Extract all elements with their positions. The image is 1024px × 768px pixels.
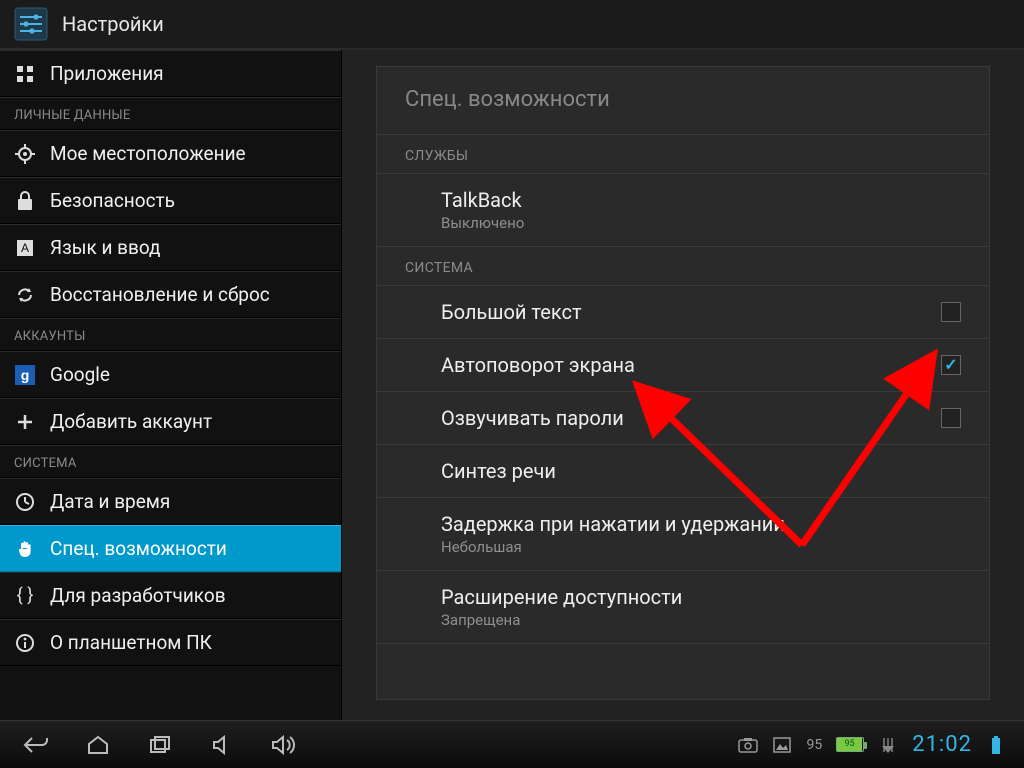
svg-text:g: g — [21, 367, 30, 383]
app-title: Настройки — [62, 12, 164, 36]
sidebar-item-label: Для разработчиков — [50, 584, 226, 607]
sidebar-item-label: О планшетном ПК — [50, 631, 212, 654]
sidebar-item-location[interactable]: Мое местоположение — [0, 130, 341, 177]
row-label: Большой текст — [441, 300, 913, 324]
settings-screen: Настройки Приложения ЛИЧНЫЕ ДАННЫЕ Мое м… — [0, 0, 1024, 768]
system-navbar: 95 95 21:02 — [0, 720, 1024, 768]
sidebar-group-personal: ЛИЧНЫЕ ДАННЫЕ — [0, 97, 341, 130]
row-sub: Выключено — [441, 214, 933, 232]
battery-portrait-icon — [986, 735, 1006, 755]
app-header: Настройки — [0, 0, 1024, 50]
checkbox-speak-passwords[interactable] — [941, 408, 961, 428]
nav-volume-down-button[interactable] — [194, 727, 250, 763]
nav-home-button[interactable] — [70, 727, 126, 763]
sidebar-item-label: Восстановление и сброс — [50, 283, 270, 306]
sidebar-item-label: Приложения — [50, 62, 164, 85]
settings-icon — [12, 5, 50, 43]
sync-icon — [14, 284, 36, 306]
panel-title: Спец. возможности — [377, 67, 989, 135]
plus-icon — [14, 411, 36, 433]
sidebar-item-label: Безопасность — [50, 189, 175, 212]
sidebar-item-label: Язык и ввод — [50, 236, 161, 259]
settings-main: Спец. возможности СЛУЖБЫ TalkBack Выключ… — [342, 50, 1024, 720]
sidebar-group-accounts: АККАУНТЫ — [0, 318, 341, 351]
lock-icon — [14, 190, 36, 212]
checkbox-large-text[interactable] — [941, 302, 961, 322]
accessibility-panel: Спец. возможности СЛУЖБЫ TalkBack Выключ… — [376, 66, 990, 700]
sidebar-item-label: Спец. возможности — [50, 537, 227, 560]
nav-recents-button[interactable] — [132, 727, 188, 763]
row-tts[interactable]: Синтез речи — [377, 445, 989, 498]
row-touch-hold-delay[interactable]: Задержка при нажатии и удержании Небольш… — [377, 498, 989, 571]
sidebar-group-system: СИСТЕМА — [0, 445, 341, 478]
info-icon — [14, 632, 36, 654]
sidebar-item-developer[interactable]: { } Для разработчиков — [0, 572, 341, 619]
section-services: СЛУЖБЫ — [377, 135, 989, 174]
sidebar-item-label: Google — [50, 363, 110, 386]
braces-icon: { } — [14, 585, 36, 607]
row-label: Синтез речи — [441, 459, 933, 483]
row-label: Расширение доступности — [441, 585, 933, 609]
row-large-text[interactable]: Большой текст — [377, 286, 989, 339]
target-icon — [14, 143, 36, 165]
row-sub: Небольшая — [441, 538, 933, 556]
image-icon — [772, 735, 792, 755]
sidebar-item-backup-reset[interactable]: Восстановление и сброс — [0, 271, 341, 318]
sidebar-item-label: Добавить аккаунт — [50, 410, 212, 433]
nav-volume-up-button[interactable] — [256, 727, 312, 763]
row-speak-passwords[interactable]: Озвучивать пароли — [377, 392, 989, 445]
row-auto-rotate[interactable]: Автоповорот экрана — [377, 339, 989, 392]
checkbox-auto-rotate[interactable] — [941, 355, 961, 375]
row-label: TalkBack — [441, 188, 933, 212]
battery-icon: 95 — [836, 737, 864, 752]
sidebar-item-language[interactable]: A Язык и ввод — [0, 224, 341, 271]
sidebar-item-security[interactable]: Безопасность — [0, 177, 341, 224]
section-system: СИСТЕМА — [377, 247, 989, 286]
hand-icon — [14, 538, 36, 560]
sidebar-item-label: Дата и время — [50, 490, 170, 513]
row-accessibility-ext[interactable]: Расширение доступности Запрещена — [377, 571, 989, 644]
nav-back-button[interactable] — [8, 727, 64, 763]
clock-icon — [14, 491, 36, 513]
settings-sidebar: Приложения ЛИЧНЫЕ ДАННЫЕ Мое местоположе… — [0, 50, 342, 720]
language-icon: A — [14, 237, 36, 259]
status-tray[interactable]: 95 95 21:02 — [738, 732, 1016, 757]
download-icon — [878, 735, 898, 755]
sidebar-item-add-account[interactable]: Добавить аккаунт — [0, 398, 341, 445]
row-sub: Запрещена — [441, 611, 933, 629]
sidebar-item-about[interactable]: О планшетном ПК — [0, 619, 341, 666]
sidebar-item-google[interactable]: g Google — [0, 351, 341, 398]
sidebar-item-apps[interactable]: Приложения — [0, 50, 341, 97]
row-label: Озвучивать пароли — [441, 406, 913, 430]
svg-text:A: A — [21, 241, 29, 255]
battery-percent-text: 95 — [806, 737, 822, 753]
sidebar-item-label: Мое местоположение — [50, 142, 246, 165]
row-label: Автоповорот экрана — [441, 353, 913, 377]
sidebar-item-datetime[interactable]: Дата и время — [0, 478, 341, 525]
row-talkback[interactable]: TalkBack Выключено — [377, 174, 989, 247]
row-label: Задержка при нажатии и удержании — [441, 512, 933, 536]
sidebar-item-accessibility[interactable]: Спец. возможности — [0, 525, 341, 572]
screenshot-icon — [738, 735, 758, 755]
google-icon: g — [14, 364, 36, 386]
apps-icon — [14, 63, 36, 85]
status-clock: 21:02 — [912, 732, 972, 757]
